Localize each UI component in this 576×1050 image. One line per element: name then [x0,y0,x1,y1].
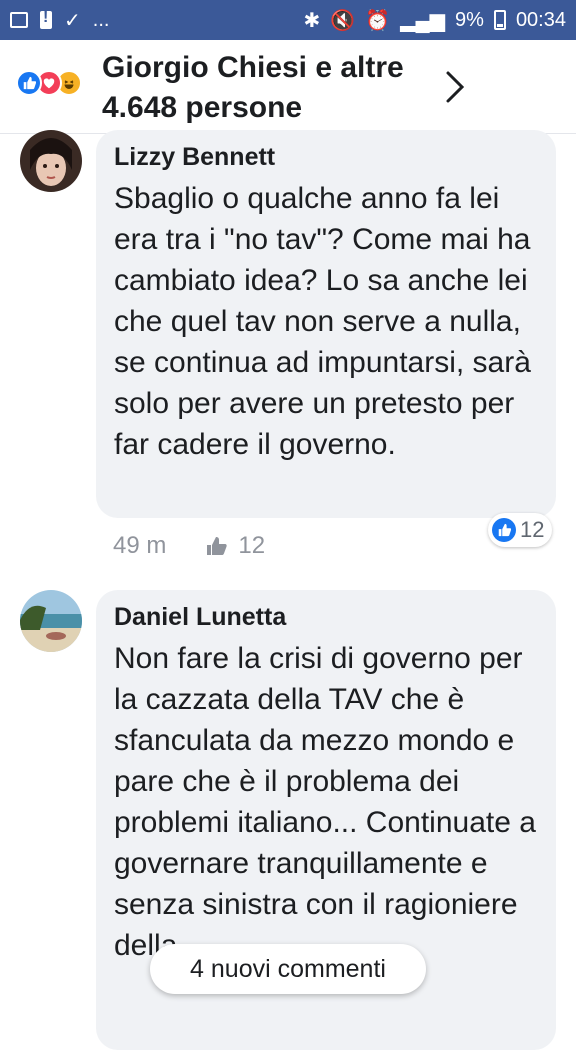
reactions-summary-title[interactable]: Giorgio Chiesi e altre 4.648 persone [102,48,442,128]
reaction-icons [16,70,82,96]
gallery-icon [10,12,28,28]
more-notifications: ... [92,8,110,31]
comment-time[interactable]: 49 m [113,532,166,560]
chevron-right-icon[interactable] [444,70,466,104]
comment-bubble[interactable]: Lizzy Bennett Sbaglio o qualche anno fa … [96,130,556,518]
comment-meta: 49 m 12 [113,532,265,560]
reactions-header[interactable]: Giorgio Chiesi e altre 4.648 persone [0,40,576,134]
alarm-icon: ⏰ [365,9,391,32]
comment-author[interactable]: Lizzy Bennett [114,142,538,172]
like-icon [492,518,516,542]
avatar[interactable] [20,130,82,192]
avatar[interactable] [20,590,82,652]
mute-icon: 🔇 [330,9,356,32]
like-count[interactable]: 12 [238,532,265,560]
bluetooth-icon: ✱ [303,9,321,32]
alert-icon [40,9,52,29]
comment-text: Non fare la crisi di governo per la cazz… [114,642,536,962]
like-icon [16,70,42,96]
like-button-icon[interactable] [206,536,228,556]
battery-icon [493,10,506,30]
battery-percent: 9% [455,8,484,31]
status-bar: ✓ ... ✱ 🔇 ⏰ ▂▄▆ 9% 00:34 [0,0,576,40]
new-comments-button[interactable]: 4 nuovi commenti [150,944,426,994]
clock: 00:34 [515,8,566,31]
signal-icon: ▂▄▆ [400,9,446,32]
reaction-count: 12 [520,517,545,542]
check-icon: ✓ [64,9,81,32]
comment-text: Sbaglio o qualche anno fa lei era tra i … [114,182,531,461]
reaction-count-badge[interactable]: 12 [488,513,553,547]
comment-author[interactable]: Daniel Lunetta [114,602,538,632]
